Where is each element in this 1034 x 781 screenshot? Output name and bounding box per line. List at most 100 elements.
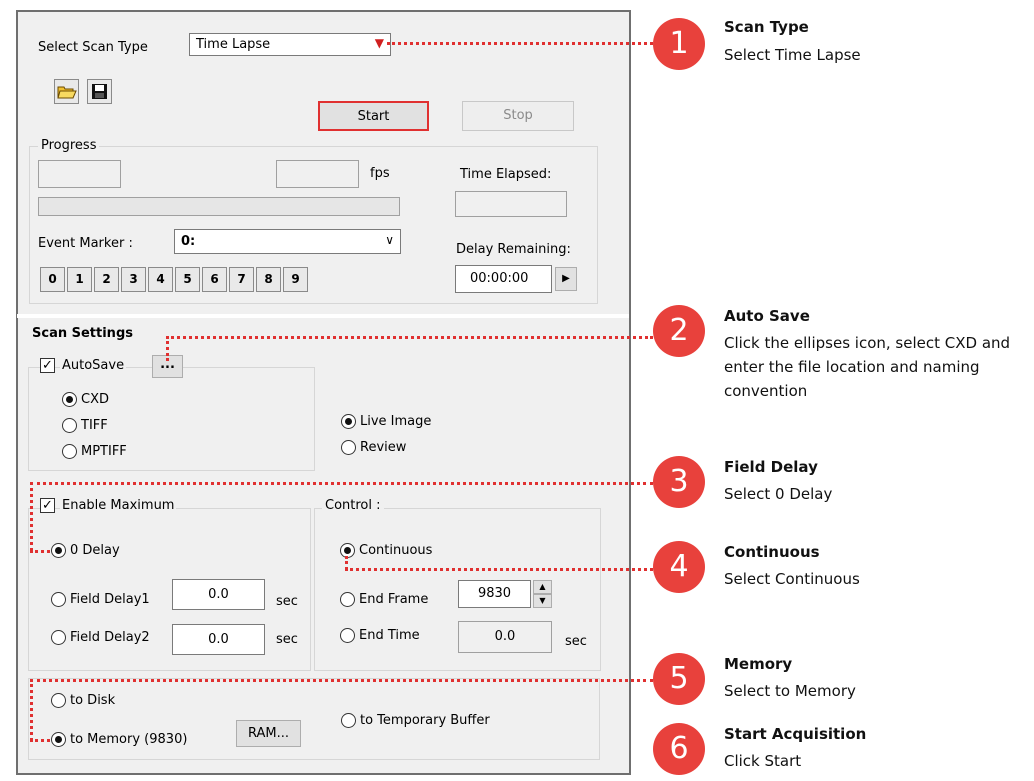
event-marker-dropdown[interactable]: 0: ∨ bbox=[174, 229, 401, 254]
chevron-down-icon: ∨ bbox=[385, 233, 394, 247]
format-radio-tiff[interactable] bbox=[62, 418, 77, 433]
enable-maximum-label: Enable Maximum bbox=[60, 498, 177, 514]
marker-button-8[interactable]: 8 bbox=[256, 267, 281, 292]
callout-title-1: Scan Type bbox=[724, 18, 809, 36]
spin-up-icon[interactable]: ▲ bbox=[533, 580, 552, 594]
delay-remaining-label: Delay Remaining: bbox=[456, 242, 571, 257]
end-time-sec: sec bbox=[565, 634, 587, 649]
callout-line-5 bbox=[30, 679, 653, 682]
callout-marker-2: 2 bbox=[653, 305, 705, 357]
play-icon[interactable]: ▶ bbox=[555, 267, 577, 291]
field-delay1-input[interactable]: 0.0 bbox=[172, 579, 265, 610]
scan-settings-title: Scan Settings bbox=[32, 326, 133, 341]
field-delay1-label: Field Delay1 bbox=[70, 592, 150, 607]
section-divider bbox=[17, 314, 629, 318]
format-label-tiff: TIFF bbox=[81, 418, 108, 433]
marker-button-7[interactable]: 7 bbox=[229, 267, 254, 292]
marker-button-5[interactable]: 5 bbox=[175, 267, 200, 292]
callout-line-5-vertical bbox=[30, 679, 33, 741]
to-disk-radio[interactable] bbox=[51, 693, 66, 708]
enable-maximum-checkbox[interactable]: ✓ bbox=[40, 498, 55, 513]
callout-desc-5: Select to Memory bbox=[724, 682, 856, 700]
callout-line-5-stub bbox=[30, 739, 50, 742]
callout-desc-4: Select Continuous bbox=[724, 570, 860, 588]
event-marker-label: Event Marker : bbox=[38, 236, 133, 251]
marker-button-4[interactable]: 4 bbox=[148, 267, 173, 292]
format-radio-cxd[interactable] bbox=[62, 392, 77, 407]
callout-line-4 bbox=[345, 568, 653, 571]
to-memory-label: to Memory (9830) bbox=[70, 732, 188, 747]
control-title: Control : bbox=[322, 498, 384, 514]
autosave-checkbox[interactable]: ✓ bbox=[40, 358, 55, 373]
fps-field bbox=[276, 160, 359, 188]
open-folder-icon[interactable] bbox=[54, 79, 79, 104]
marker-button-9[interactable]: 9 bbox=[283, 267, 308, 292]
marker-button-2[interactable]: 2 bbox=[94, 267, 119, 292]
callout-marker-3: 3 bbox=[653, 456, 705, 508]
start-button[interactable]: Start bbox=[318, 101, 429, 131]
field-delay1-radio[interactable] bbox=[51, 592, 66, 607]
zero-delay-radio[interactable] bbox=[51, 543, 66, 558]
marker-button-0[interactable]: 0 bbox=[40, 267, 65, 292]
to-memory-radio[interactable] bbox=[51, 732, 66, 747]
zero-delay-label: 0 Delay bbox=[70, 543, 120, 558]
format-radio-mptiff[interactable] bbox=[62, 444, 77, 459]
callout-marker-1: 1 bbox=[653, 18, 705, 70]
delay-group bbox=[28, 508, 311, 671]
autosave-label: AutoSave bbox=[60, 358, 127, 374]
callout-title-2: Auto Save bbox=[724, 307, 810, 325]
callout-marker-6: 6 bbox=[653, 723, 705, 775]
to-temp-buffer-label: to Temporary Buffer bbox=[360, 713, 490, 728]
view-radio-review[interactable] bbox=[341, 440, 356, 455]
field-delay2-label: Field Delay2 bbox=[70, 630, 150, 645]
scan-type-value: Time Lapse bbox=[196, 37, 271, 52]
callout-line-3-stub bbox=[30, 550, 50, 553]
format-label-mptiff: MPTIFF bbox=[81, 444, 127, 459]
callout-line-2 bbox=[166, 336, 653, 339]
view-label-review: Review bbox=[360, 440, 407, 455]
progress-bar bbox=[38, 197, 400, 216]
marker-button-3[interactable]: 3 bbox=[121, 267, 146, 292]
callout-line-2-vertical bbox=[166, 336, 169, 361]
to-temp-buffer-radio[interactable] bbox=[341, 713, 356, 728]
field-delay2-radio[interactable] bbox=[51, 630, 66, 645]
ram-button[interactable]: RAM... bbox=[236, 720, 301, 747]
format-label-cxd: CXD bbox=[81, 392, 109, 407]
end-frame-label: End Frame bbox=[359, 592, 429, 607]
event-marker-value: 0: bbox=[181, 234, 196, 249]
view-radio-live-image[interactable] bbox=[341, 414, 356, 429]
field-delay2-sec: sec bbox=[276, 632, 298, 647]
end-frame-input[interactable]: 9830 bbox=[458, 580, 531, 608]
view-label-live-image: Live Image bbox=[360, 414, 432, 429]
progress-frame-field bbox=[38, 160, 121, 188]
field-delay1-sec: sec bbox=[276, 594, 298, 609]
time-elapsed-field bbox=[455, 191, 567, 217]
callout-desc-3: Select 0 Delay bbox=[724, 485, 833, 503]
to-disk-label: to Disk bbox=[70, 693, 116, 708]
field-delay2-input[interactable]: 0.0 bbox=[172, 624, 265, 655]
floppy-save-icon[interactable] bbox=[87, 79, 112, 104]
callout-line-3-vertical bbox=[30, 482, 33, 551]
marker-button-6[interactable]: 6 bbox=[202, 267, 227, 292]
end-time-label: End Time bbox=[359, 628, 420, 643]
end-frame-radio[interactable] bbox=[340, 592, 355, 607]
callout-desc-6: Click Start bbox=[724, 752, 802, 770]
progress-title: Progress bbox=[38, 138, 100, 154]
callout-marker-4: 4 bbox=[653, 541, 705, 593]
time-elapsed-label: Time Elapsed: bbox=[460, 167, 552, 182]
marker-button-1[interactable]: 1 bbox=[67, 267, 92, 292]
callout-title-5: Memory bbox=[724, 655, 793, 673]
callout-line-1 bbox=[387, 42, 653, 45]
callout-desc-2: Click the ellipses icon, select CXD and … bbox=[724, 334, 1011, 400]
spin-down-icon[interactable]: ▼ bbox=[533, 594, 552, 608]
callout-line-3 bbox=[30, 482, 653, 485]
callout-title-4: Continuous bbox=[724, 543, 820, 561]
delay-remaining-field: 00:00:00 bbox=[455, 265, 552, 293]
end-time-field: 0.0 bbox=[458, 621, 552, 653]
fps-label: fps bbox=[370, 166, 390, 181]
scan-type-dropdown[interactable]: Time Lapse ▼ bbox=[189, 33, 391, 56]
callout-marker-5: 5 bbox=[653, 653, 705, 705]
callout-title-3: Field Delay bbox=[724, 458, 818, 476]
end-time-radio[interactable] bbox=[340, 628, 355, 643]
stop-button[interactable]: Stop bbox=[462, 101, 574, 131]
